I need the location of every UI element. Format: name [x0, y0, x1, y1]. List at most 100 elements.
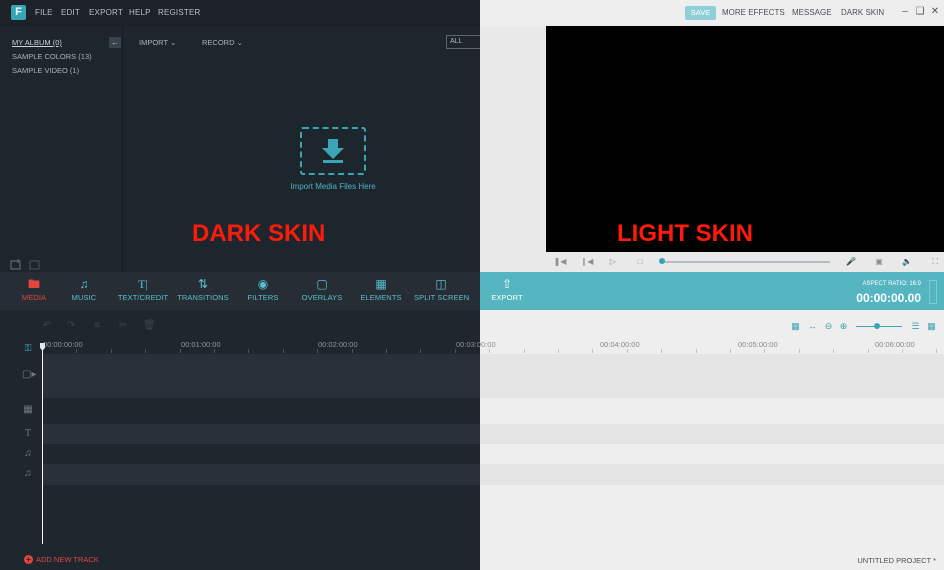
undo-icon[interactable]: ↶	[41, 320, 53, 332]
music-track[interactable]	[42, 464, 480, 485]
audio-mixer-icon[interactable]: ▦	[790, 321, 801, 332]
dark-skin-toggle[interactable]: DARK SKIN	[841, 8, 884, 17]
video-track-light[interactable]	[480, 354, 944, 398]
plus-icon: +	[24, 555, 33, 564]
ruler-tick	[558, 349, 559, 353]
ruler-tick	[627, 349, 628, 353]
zoom-slider-thumb[interactable]	[874, 323, 880, 329]
add-new-track-button[interactable]: + ADD NEW TRACK	[24, 555, 99, 564]
menu-register[interactable]: REGISTER	[158, 8, 201, 17]
tool-overlays[interactable]: ▢ OVERLAYS	[299, 276, 345, 308]
project-name: UNTITLED PROJECT *	[857, 556, 936, 565]
delete-icon[interactable]: 🗑	[143, 320, 156, 332]
menu-edit[interactable]: EDIT	[61, 8, 80, 17]
step-back-icon[interactable]: ❙◀	[580, 255, 594, 269]
ruler-tick	[180, 349, 181, 353]
stop-icon[interactable]: □	[633, 255, 647, 269]
ruler-tick	[524, 349, 525, 353]
ruler-tick	[352, 349, 353, 353]
image-icon: ▦	[375, 277, 387, 291]
more-effects-link[interactable]: MORE EFFECTS	[722, 8, 785, 17]
tool-text-credit[interactable]: T| TEXT/CREDIT	[116, 276, 170, 308]
save-button[interactable]: SAVE	[685, 6, 716, 20]
grid-view-icon[interactable]: ▦	[926, 321, 937, 332]
ruler-tick	[902, 349, 903, 353]
snap-icon[interactable]: ⚿	[22, 342, 34, 354]
chevron-down-icon: ⌄	[170, 38, 177, 47]
list-view-icon[interactable]: ☰	[910, 321, 921, 332]
ruler-tick	[420, 349, 421, 353]
import-dropzone[interactable]	[300, 127, 366, 175]
tool-music[interactable]: ♫ MUSIC	[63, 276, 105, 308]
tool-filters[interactable]: ◉ FILTERS	[241, 276, 285, 308]
import-dropdown-label: IMPORT	[139, 38, 168, 47]
scrubber-thumb[interactable]	[659, 258, 665, 264]
playback-scrubber[interactable]	[662, 261, 830, 263]
image-track[interactable]	[42, 403, 480, 419]
snapshot-icon[interactable]: ▣	[872, 255, 886, 269]
ruler-tick	[283, 349, 284, 353]
skip-back-icon[interactable]: ❚◀	[553, 255, 567, 269]
add-folder-icon[interactable]	[10, 258, 22, 270]
zoom-out-icon[interactable]: ⊖	[823, 321, 834, 332]
menu-export[interactable]: EXPORT	[89, 8, 123, 17]
record-dropdown[interactable]: RECORD ⌄	[202, 38, 243, 47]
tool-transitions[interactable]: ⇅ TRANSITIONS	[175, 276, 231, 308]
album-sample-colors[interactable]: SAMPLE COLORS (13)	[12, 52, 92, 61]
video-track[interactable]	[42, 354, 480, 398]
message-link[interactable]: MESSAGE	[792, 8, 832, 17]
tool-media[interactable]: 🖿 MEDIA	[12, 276, 56, 308]
record-dropdown-label: RECORD	[202, 38, 235, 47]
ruler-tick	[799, 349, 800, 353]
app-logo: F	[11, 5, 26, 20]
fit-timeline-icon[interactable]: ↔	[807, 321, 818, 332]
music-track-icon: ♫	[24, 448, 32, 459]
album-sample-video[interactable]: SAMPLE VIDEO (1)	[12, 66, 79, 75]
ruler-tick	[868, 349, 869, 353]
minimize-icon[interactable]: –	[899, 6, 911, 18]
tool-elements[interactable]: ▦ ELEMENTS	[359, 276, 403, 308]
album-my-album[interactable]: MY ALBUM (0)	[12, 38, 62, 47]
import-dropdown[interactable]: IMPORT ⌄	[139, 38, 176, 47]
transitions-icon: ⇅	[197, 277, 209, 291]
export-icon: ⇧	[501, 277, 513, 291]
time-label: 00:02:00:00	[318, 340, 358, 349]
menu-file[interactable]: FILE	[35, 8, 53, 17]
ruler-tick	[455, 349, 456, 353]
redo-icon[interactable]: ↷	[65, 320, 77, 332]
ruler-tick	[111, 349, 112, 353]
image-track-icon: ▦	[23, 404, 33, 415]
cut-icon[interactable]: ✂	[117, 320, 129, 332]
music-note-icon: ♫	[79, 277, 89, 291]
video-track-icon: ▢▸	[22, 369, 37, 380]
light-library-strip	[480, 26, 546, 272]
ruler-tick	[248, 349, 249, 353]
tool-export[interactable]: ⇧ EXPORT	[487, 276, 527, 308]
text-track-light[interactable]	[480, 424, 944, 444]
adjust-icon[interactable]: ≡	[91, 320, 103, 332]
overlays-icon: ▢	[316, 277, 328, 291]
tool-split-screen[interactable]: ◫ SPLIT SCREEN	[414, 276, 469, 308]
text-track[interactable]	[42, 424, 480, 444]
remove-folder-icon[interactable]	[29, 258, 41, 270]
volume-icon[interactable]: 🔈	[900, 255, 914, 269]
close-icon[interactable]: ✕	[929, 6, 941, 18]
chevron-down-icon: ⌄	[236, 38, 243, 47]
music-track-light[interactable]	[480, 464, 944, 485]
add-new-track-label: ADD NEW TRACK	[36, 555, 99, 564]
playhead[interactable]	[42, 348, 43, 544]
preview-screen	[546, 26, 944, 252]
microphone-icon[interactable]: 🎤	[844, 255, 858, 269]
ruler-tick	[76, 349, 77, 353]
panel-grip[interactable]	[929, 280, 937, 304]
timecode-display: 00:00:00.00	[856, 291, 921, 305]
zoom-in-icon[interactable]: ⊕	[838, 321, 849, 332]
ruler-tick	[661, 349, 662, 353]
collapse-sidebar-button[interactable]: ←	[109, 37, 121, 48]
fullscreen-icon[interactable]: ⛶	[928, 255, 942, 269]
download-icon	[322, 139, 344, 163]
restore-icon[interactable]: ❑	[914, 6, 926, 18]
play-icon[interactable]: ▷	[606, 255, 620, 269]
menu-help[interactable]: HELP	[129, 8, 151, 17]
ruler-tick	[764, 349, 765, 353]
